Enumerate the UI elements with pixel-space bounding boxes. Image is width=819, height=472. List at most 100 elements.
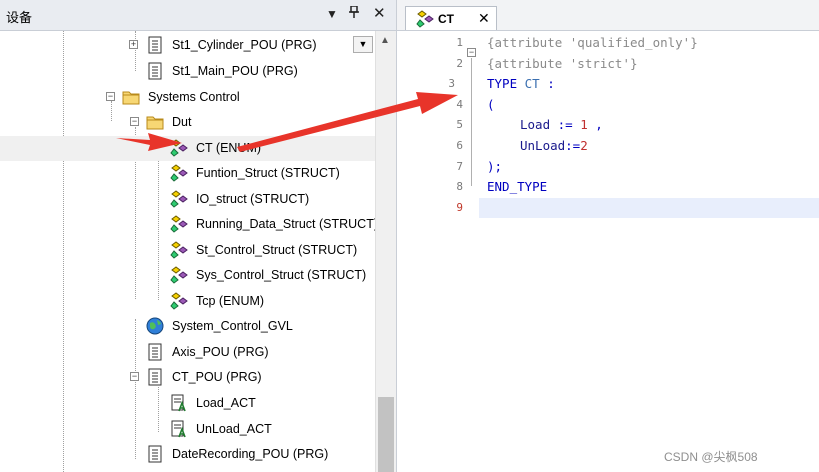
collapse-icon[interactable]: − [106, 92, 115, 101]
tree-scrollbar[interactable]: ▲ [375, 31, 396, 472]
dut-icon [170, 241, 188, 259]
tree-item-running-data-struct[interactable]: Running_Data_Struct (STRUCT) [0, 212, 378, 237]
fold-collapse-icon[interactable]: − [467, 48, 476, 57]
expand-icon[interactable]: + [129, 40, 138, 49]
tree-item-label: Running_Data_Struct (STRUCT) [196, 217, 378, 231]
dut-icon [416, 10, 434, 28]
enum-member: UnLoad [520, 138, 566, 153]
action-icon [171, 420, 186, 438]
folder-icon [146, 116, 164, 130]
tree-item-funtion-struct[interactable]: Funtion_Struct (STRUCT) [0, 161, 378, 186]
tree-item-st1-main-pou[interactable]: St1_Main_POU (PRG) [0, 59, 378, 84]
code-editor: CT ✕ 1 2 3 4 5 6 7 8 9 − {attribute 'qua… [397, 0, 819, 472]
pou-icon [148, 368, 162, 386]
scroll-up-icon[interactable]: ▲ [380, 35, 390, 46]
dut-icon [170, 190, 188, 208]
device-panel-header: 设备 ▼ ✕ [0, 0, 396, 31]
fold-guide [471, 58, 472, 186]
panel-dropdown-icon[interactable]: ▼ [326, 7, 338, 21]
line-number: 8 [456, 180, 463, 193]
pin-icon[interactable] [349, 5, 359, 21]
watermark: CSDN @尖枫508 [664, 450, 758, 464]
colon-token: : [539, 76, 555, 91]
assign-op: := [565, 138, 581, 153]
tree-item-dropdown-button[interactable]: ▼ [353, 36, 373, 53]
close-panel-icon[interactable]: ✕ [373, 4, 386, 22]
tree-item-label: CT (ENUM) [196, 141, 262, 155]
tree-item-label: System_Control_GVL [172, 319, 293, 333]
tree-item-label: Axis_POU (PRG) [172, 345, 269, 359]
device-tree: + St1_Cylinder_POU (PRG) St1_Main_POU (P… [0, 31, 378, 472]
device-panel-title: 设备 [6, 10, 33, 25]
tree-item-label: St1_Main_POU (PRG) [172, 64, 298, 78]
tree-item-label: CT_POU (PRG) [172, 370, 262, 384]
tree-item-label: St_Control_Struct (STRUCT) [196, 243, 358, 257]
tree-item-label: DateRecording_POU (PRG) [172, 447, 329, 461]
device-panel: 设备 ▼ ✕ + St1_Cylinder_POU (PRG) St1_Main… [0, 0, 397, 472]
tree-item-label: IO_struct (STRUCT) [196, 192, 310, 206]
collapse-icon[interactable]: − [130, 117, 139, 126]
tree-item-st1-cylinder-pou[interactable]: + St1_Cylinder_POU (PRG) [0, 33, 378, 58]
pou-icon [148, 62, 162, 80]
tab-close-icon[interactable]: ✕ [478, 10, 490, 27]
type-name: CT [524, 76, 540, 91]
scroll-thumb[interactable] [378, 397, 394, 472]
tab-ct[interactable]: CT ✕ [405, 6, 497, 30]
tree-item-axis-pou[interactable]: Axis_POU (PRG) [0, 340, 378, 365]
collapse-icon[interactable]: − [130, 372, 139, 381]
pou-icon [148, 36, 162, 54]
tree-item-label: Systems Control [148, 90, 240, 104]
tree-item-label: UnLoad_ACT [196, 422, 272, 436]
tree-item-ct-pou[interactable]: − CT_POU (PRG) [0, 365, 378, 390]
line-number: 2 [456, 57, 463, 70]
tab-label: CT [438, 12, 454, 26]
code-line-8: END_TYPE [487, 179, 548, 194]
tree-item-load-act[interactable]: Load_ACT [0, 391, 378, 416]
line-number-current: 9 [456, 201, 463, 214]
code-line-2: {attribute 'strict'} [487, 56, 638, 71]
tree-item-dut-folder[interactable]: − Dut [0, 110, 378, 135]
tree-item-label: St1_Cylinder_POU (PRG) [172, 38, 317, 52]
tree-item-sys-control-struct[interactable]: Sys_Control_Struct (STRUCT) [0, 263, 378, 288]
tree-item-tcp-enum[interactable]: Tcp (ENUM) [0, 289, 378, 314]
code-line-5: Load := 1 , [520, 117, 603, 132]
tree-item-label: Sys_Control_Struct (STRUCT) [196, 268, 367, 282]
current-line-highlight [479, 198, 819, 218]
tree-item-unload-act[interactable]: UnLoad_ACT [0, 417, 378, 442]
code-line-3: TYPE CT : [487, 76, 555, 91]
line-number: 6 [456, 139, 463, 152]
tree-item-label: Tcp (ENUM) [196, 294, 265, 308]
dut-icon [170, 215, 188, 233]
tree-item-systems-control[interactable]: − Systems Control [0, 85, 378, 110]
code-line-1: {attribute 'qualified_only'} [487, 35, 698, 50]
pou-icon [148, 343, 162, 361]
tree-item-io-struct[interactable]: IO_struct (STRUCT) [0, 187, 378, 212]
tree-item-daterecording-pou[interactable]: DateRecording_POU (PRG) [0, 442, 378, 467]
assign-op: := [550, 117, 581, 132]
line-number: 4 [456, 98, 463, 111]
dut-icon [170, 266, 188, 284]
line-number-gutter: 1 2 3 4 5 6 7 8 9 [397, 31, 479, 472]
tree-item-system-control-gvl[interactable]: System_Control_GVL [0, 314, 378, 339]
dut-icon [170, 292, 188, 310]
tree-item-label: Load_ACT [196, 396, 256, 410]
code-line-6: UnLoad:=2 [520, 138, 588, 153]
dut-icon [170, 164, 188, 182]
enum-value: 2 [580, 138, 588, 153]
line-number: 1 [456, 36, 463, 49]
pou-icon [148, 445, 162, 463]
gvl-globe-icon [146, 317, 164, 335]
pin-icon-shape [349, 5, 359, 18]
tree-item-ct-enum[interactable]: CT (ENUM) [0, 136, 378, 161]
editor-tab-bar: CT ✕ [397, 0, 819, 31]
dut-icon [170, 139, 188, 157]
code-line-4: ( [487, 97, 495, 112]
action-icon [171, 394, 186, 412]
line-number: 5 [456, 118, 463, 131]
line-number: 3 [448, 77, 455, 90]
enum-value: 1 [580, 117, 588, 132]
code-area[interactable]: {attribute 'qualified_only'} {attribute … [479, 31, 819, 472]
comma-token: , [587, 117, 603, 132]
folder-icon [122, 91, 140, 105]
tree-item-st-control-struct[interactable]: St_Control_Struct (STRUCT) [0, 238, 378, 263]
